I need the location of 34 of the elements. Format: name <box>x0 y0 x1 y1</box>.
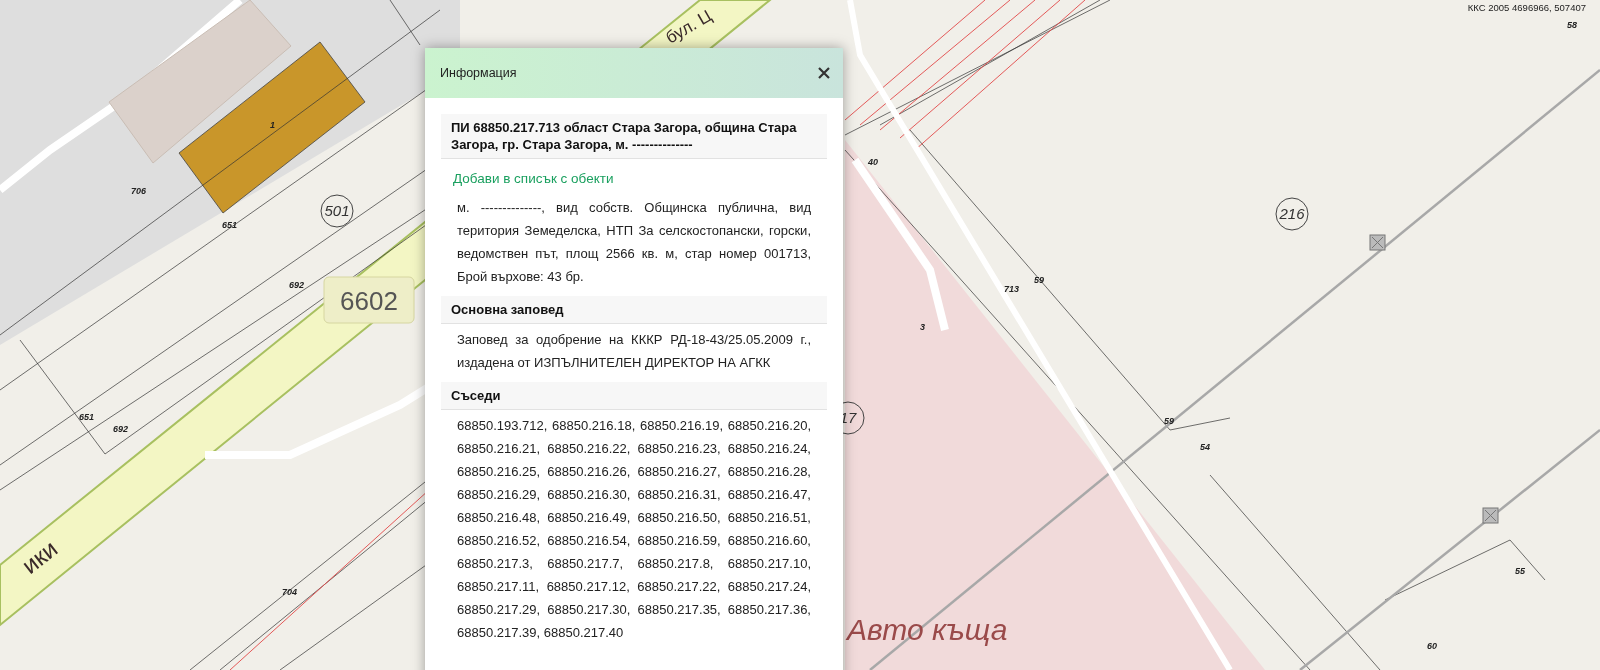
coordinates-readout: ККС 2005 4696966, 507407 <box>1467 2 1586 13</box>
section-text: 68850.193.712, 68850.216.18, 68850.216.19, 68850.216.20, 68850.216.21, 68850.216.22, 68850.216.23, 68850.216.24, 68850.216.25, 68850.216.26, 68850.216.27, 68850.216.28, 68850.216.29, 68850.216.30, 68850.216.31, 68850.216.47, 68850.216.48, 68850.216.49, 68850.216.50, 68850.216.51, 68850.216.52, 68850.216.54, 68850.216.59, 68850.216.60, 68850.217.3, 68850.217.7, 68850.217.8, 68850.217.10, 68850.217.11, 68850.217.12, 68850.217.22, 68850.217.24, 68850.217.29, 68850.217.30, 68850.217.35, 68850.217.36, 68850.217.39, 68850.217.40 <box>456 417 812 642</box>
parcel-number: 3 <box>920 322 925 332</box>
parcel-number: 713 <box>1004 284 1020 294</box>
block-number-label: 501 <box>320 194 354 228</box>
parcel-number: 54 <box>1200 442 1210 452</box>
section-heading: Съседи <box>441 382 827 410</box>
parcel-number: 59 <box>1034 275 1044 285</box>
parcel-number: 651 <box>79 412 95 422</box>
property-description: м. --------------, вид собств. Общинска публична, вид територия Земеделска, НТП За селскостопански, горски, ведомствен път, площ 2566 кв. м, стар номер 001713, Брой върхове: 43 бр. <box>456 199 812 286</box>
street-name: ики <box>16 534 63 579</box>
parcel-number: 692 <box>113 424 129 434</box>
parcel-number: 704 <box>282 587 298 597</box>
road-number-label: 6602 <box>323 276 415 324</box>
parcel-number: 706 <box>131 186 147 196</box>
parcel-number: 55 <box>1515 566 1525 576</box>
close-icon <box>818 67 830 79</box>
place-name: Авто къща <box>847 613 1008 646</box>
parcel-number: 651 <box>222 220 238 230</box>
popup-title: Информация <box>440 66 517 80</box>
manhole-icon <box>1369 234 1386 251</box>
block-number-label: 216 <box>1275 197 1309 231</box>
parcel-number: 692 <box>289 280 305 290</box>
parcel-number: 58 <box>1567 20 1577 30</box>
parcel-number: 40 <box>868 157 878 167</box>
section-heading: Основна заповед <box>441 296 827 324</box>
add-to-list-link[interactable]: Добави в списък с обекти <box>441 159 827 192</box>
manhole-icon <box>1482 507 1499 524</box>
property-heading: ПИ 68850.217.713 област Стара Загора, община Стара Загора, гр. Стара Загора, м. -------------- <box>441 114 827 159</box>
section-text: Заповед за одобрение на КККР РД-18-43/25.05.2009 г., издадена от ИЗПЪЛНИТЕЛЕН ДИРЕКТОР НА АГКК <box>456 331 812 372</box>
street-name: бул. Ц <box>662 6 715 48</box>
parcel-number: 60 <box>1427 641 1437 651</box>
parcel-number: 59 <box>1164 416 1174 426</box>
parcel-number: 1 <box>270 120 275 130</box>
